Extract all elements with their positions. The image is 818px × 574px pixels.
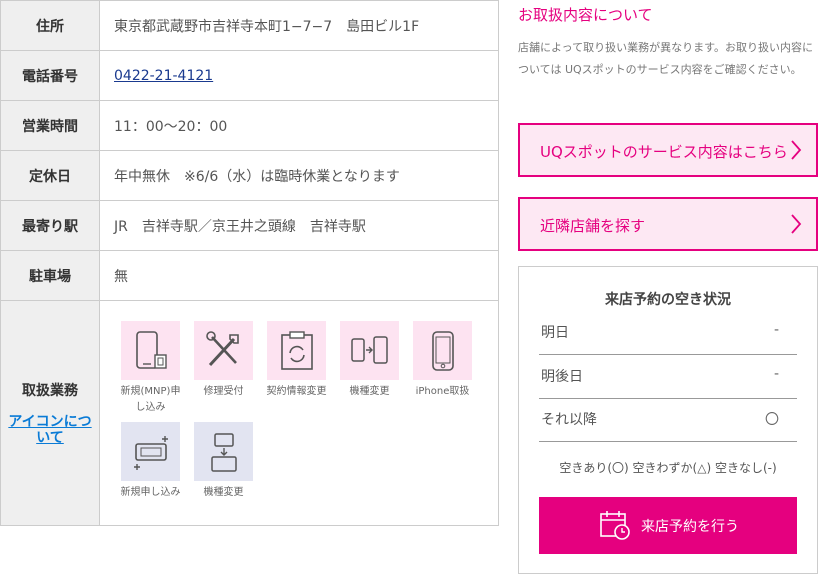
availability-title: 来店予約の空き状況 — [605, 292, 731, 308]
chevron-right-icon — [790, 213, 802, 239]
nearby-store-button[interactable]: 近隣店舗を探す — [518, 197, 818, 251]
availability-row-day-after: 明後日 - — [539, 356, 797, 399]
calendar-clock-icon — [599, 509, 631, 545]
service-content-label: UQスポットのサービス内容はこちら — [540, 143, 788, 161]
service-contract-change: 契約情報変更 — [260, 321, 333, 416]
availability-status: 〇 — [765, 412, 779, 428]
about-text: 店舗によって取り扱い業務が異なります。お取り扱い内容については UQスポットのサ… — [518, 41, 814, 76]
station-value: JR 吉祥寺駅／京王井之頭線 吉祥寺駅 — [99, 200, 499, 251]
row-holiday: 定休日 年中無休 ※6/6（水）は臨時休業となります — [0, 150, 499, 201]
nearby-store-label: 近隣店舗を探す — [540, 217, 646, 235]
store-info-table: 住所 東京都武蔵野市吉祥寺本町1−7−7 島田ビル1F 電話番号 0422-21… — [0, 0, 499, 526]
service-caption: 新規(MNP)申し込み — [120, 386, 181, 413]
availability-status: - — [773, 322, 779, 338]
service-content-button[interactable]: UQスポットのサービス内容はこちら — [518, 123, 818, 177]
service-model-change: 機種変更 — [333, 321, 406, 416]
station-label: 最寄り駅 — [0, 200, 100, 251]
service-wifi-change: 機種変更 — [187, 422, 260, 501]
services-label: 取扱業務 — [22, 383, 78, 399]
availability-row-tomorrow: 明日 - — [539, 312, 797, 355]
repair-tools-icon — [194, 321, 253, 380]
availability-card: 来店予約の空き状況 明日 - 明後日 - それ以降 〇 空きあり(〇) 空きわず… — [518, 266, 818, 574]
address-label: 住所 — [0, 0, 100, 51]
about-heading: お取扱内容について — [518, 6, 653, 24]
chevron-right-icon — [790, 139, 802, 165]
parking-label: 駐車場 — [0, 250, 100, 301]
row-parking: 駐車場 無 — [0, 250, 499, 301]
service-caption: 機種変更 — [203, 487, 244, 498]
hours-value: 11：00〜20：00 — [99, 100, 499, 151]
availability-day: 明後日 — [541, 369, 583, 385]
service-caption: 新規申し込み — [120, 487, 181, 498]
availability-row-later: それ以降 〇 — [539, 399, 797, 442]
address-value: 東京都武蔵野市吉祥寺本町1−7−7 島田ビル1F — [99, 0, 499, 51]
holiday-label: 定休日 — [0, 150, 100, 201]
clipboard-refresh-icon — [267, 321, 326, 380]
service-caption: 修理受付 — [203, 386, 244, 397]
availability-legend: 空きあり(〇) 空きわずか(△) 空きなし(-) — [559, 461, 777, 475]
row-services: 取扱業務 アイコンについて 新規(MNP)申し込み 修理受付 契約情報変更 機種… — [0, 300, 499, 526]
router-new-icon — [121, 422, 180, 481]
row-phone: 電話番号 0422-21-4121 — [0, 50, 499, 101]
availability-day: 明日 — [541, 325, 569, 341]
availability-status: - — [773, 366, 779, 382]
row-hours: 営業時間 11：00〜20：00 — [0, 100, 499, 151]
holiday-value: 年中無休 ※6/6（水）は臨時休業となります — [99, 150, 499, 201]
phone-sim-icon — [121, 321, 180, 380]
phone-swap-icon — [340, 321, 399, 380]
reserve-button-label: 来店予約を行う — [641, 519, 739, 535]
row-station: 最寄り駅 JR 吉祥寺駅／京王井之頭線 吉祥寺駅 — [0, 200, 499, 251]
icon-about-link[interactable]: アイコンについて — [2, 414, 98, 446]
service-wifi-new: 新規申し込み — [114, 422, 187, 501]
row-address: 住所 東京都武蔵野市吉祥寺本町1−7−7 島田ビル1F — [0, 0, 499, 51]
phone-number-link[interactable]: 0422-21-4121 — [114, 68, 213, 84]
parking-value: 無 — [99, 250, 499, 301]
availability-day: それ以降 — [541, 412, 597, 428]
service-new-mnp: 新規(MNP)申し込み — [114, 321, 187, 416]
router-swap-icon — [194, 422, 253, 481]
service-repair: 修理受付 — [187, 321, 260, 416]
service-icon-grid: 新規(MNP)申し込み 修理受付 契約情報変更 機種変更 iPhone取扱 新規… — [114, 301, 484, 525]
iphone-icon — [413, 321, 472, 380]
service-caption: 機種変更 — [349, 386, 390, 397]
service-iphone: iPhone取扱 — [406, 321, 479, 416]
service-caption: iPhone取扱 — [415, 386, 470, 397]
phone-label: 電話番号 — [0, 50, 100, 101]
service-caption: 契約情報変更 — [266, 386, 327, 397]
hours-label: 営業時間 — [0, 100, 100, 151]
reserve-button[interactable]: 来店予約を行う — [539, 497, 797, 554]
